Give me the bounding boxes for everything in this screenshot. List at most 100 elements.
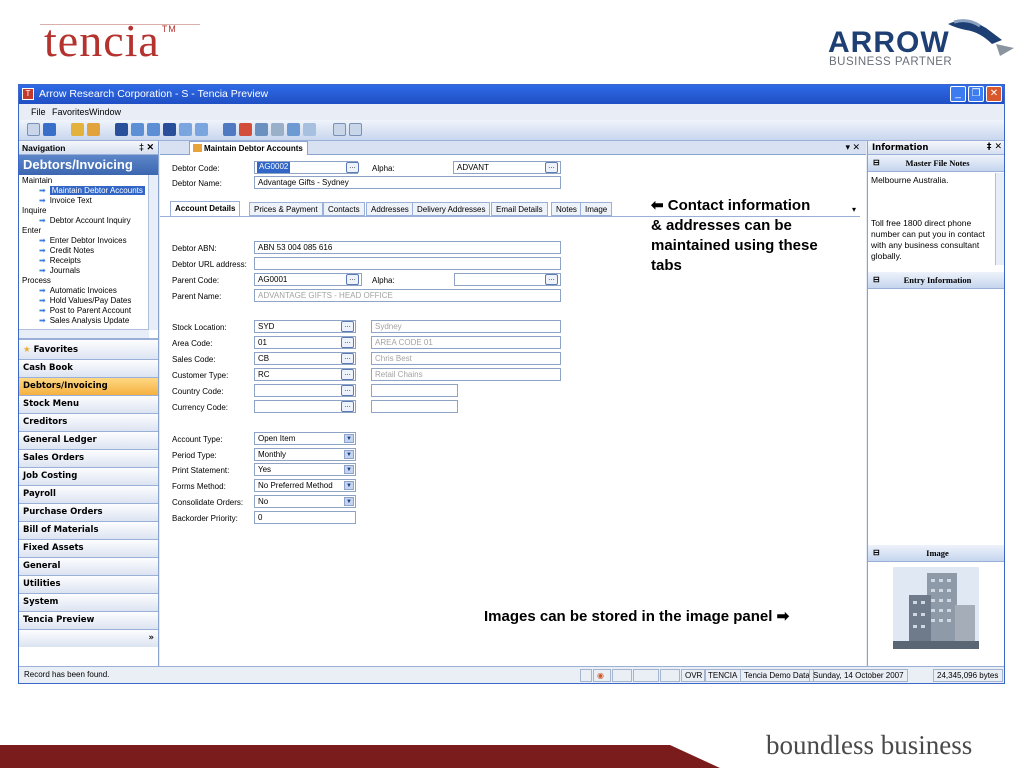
account-type-select[interactable]: Open Item ▼ bbox=[254, 432, 356, 445]
tree-item-maintain-debtor-accounts[interactable]: ➡ Maintain Debtor Accounts bbox=[39, 186, 145, 195]
module-utilities[interactable]: Utilities bbox=[19, 575, 158, 593]
country-code-lookup-button[interactable]: … bbox=[341, 385, 354, 396]
tab-addresses[interactable]: Addresses bbox=[366, 202, 414, 216]
chevron-down-icon[interactable]: ▼ bbox=[344, 434, 354, 443]
pin-close-icon[interactable]: ‡ ✕ bbox=[139, 142, 154, 153]
toolbar-prev-icon[interactable] bbox=[131, 123, 144, 136]
customer-type-lookup-button[interactable]: … bbox=[341, 369, 354, 380]
chevron-down-icon[interactable]: ▼ bbox=[344, 481, 354, 490]
module-stock-menu[interactable]: Stock Menu bbox=[19, 395, 158, 413]
module-general-ledger[interactable]: General Ledger bbox=[19, 431, 158, 449]
tree-group-process[interactable]: Process bbox=[22, 276, 51, 285]
toolbar-find-icon[interactable] bbox=[179, 123, 192, 136]
tab-account-details[interactable]: Account Details bbox=[170, 201, 241, 217]
tree-item-receipts[interactable]: ➡ Receipts bbox=[39, 256, 81, 265]
module-purchase-orders[interactable]: Purchase Orders bbox=[19, 503, 158, 521]
debtor-name-field[interactable]: Advantage Gifts - Sydney bbox=[254, 176, 561, 189]
tabs-dropdown-icon[interactable]: ▾ bbox=[852, 205, 856, 214]
debtor-code-field[interactable]: AG0002 bbox=[254, 161, 358, 174]
toolbar-window-icon[interactable] bbox=[333, 123, 346, 136]
sales-code-lookup-button[interactable]: … bbox=[341, 353, 354, 364]
backorder-priority-field[interactable]: 0 bbox=[254, 511, 356, 524]
tree-group-maintain[interactable]: Maintain bbox=[22, 176, 52, 185]
menu-file[interactable]: File bbox=[31, 107, 46, 117]
tree-item-journals[interactable]: ➡ Journals bbox=[39, 266, 80, 275]
tree-item-automatic-invoices[interactable]: ➡ Automatic Invoices bbox=[39, 286, 117, 295]
collapse-icon[interactable]: ⊟ bbox=[873, 275, 880, 284]
minimize-icon[interactable]: _ bbox=[950, 86, 966, 102]
toolbar-delete-icon[interactable] bbox=[239, 123, 252, 136]
collapse-icon[interactable]: ⊟ bbox=[873, 158, 880, 167]
tree-horizontal-scrollbar[interactable] bbox=[19, 329, 149, 338]
toolbar-tile-icon[interactable] bbox=[349, 123, 362, 136]
toolbar-grid-icon[interactable] bbox=[255, 123, 268, 136]
module-general[interactable]: General bbox=[19, 557, 158, 575]
abn-field[interactable]: ABN 53 004 085 616 bbox=[254, 241, 561, 254]
toolbar-info-icon[interactable] bbox=[43, 123, 56, 136]
parent-code-lookup-button[interactable]: … bbox=[346, 274, 359, 285]
document-close-icon[interactable]: ▾ ✕ bbox=[845, 142, 860, 153]
chevron-down-icon[interactable]: ▼ bbox=[344, 450, 354, 459]
module-creditors[interactable]: Creditors bbox=[19, 413, 158, 431]
toolbar-nav-icon[interactable] bbox=[27, 123, 40, 136]
module-sales-orders[interactable]: Sales Orders bbox=[19, 449, 158, 467]
tree-item-debtor-account-inquiry[interactable]: ➡ Debtor Account Inquiry bbox=[39, 216, 131, 225]
menu-favorites[interactable]: Favorites bbox=[52, 107, 89, 117]
toolbar-next-icon[interactable] bbox=[147, 123, 160, 136]
stock-location-lookup-button[interactable]: … bbox=[341, 321, 354, 332]
entry-information-header[interactable]: ⊟ Entry Information bbox=[868, 272, 1004, 289]
chevron-down-icon[interactable]: ▼ bbox=[344, 465, 354, 474]
toolbar-favorite-icon[interactable] bbox=[87, 123, 100, 136]
tab-contacts[interactable]: Contacts bbox=[323, 202, 365, 216]
favorites-button[interactable]: ★ Favorites bbox=[19, 339, 158, 359]
module-fixed-assets[interactable]: Fixed Assets bbox=[19, 539, 158, 557]
tree-vertical-scrollbar[interactable] bbox=[148, 175, 158, 330]
print-statement-select[interactable]: Yes ▼ bbox=[254, 463, 356, 476]
tree-group-enter[interactable]: Enter bbox=[22, 226, 41, 235]
tree-item-hold-values[interactable]: ➡ Hold Values/Pay Dates bbox=[39, 296, 131, 305]
tab-prices-payment[interactable]: Prices & Payment bbox=[249, 202, 323, 216]
tree-item-sales-analysis-update[interactable]: ➡ Sales Analysis Update bbox=[39, 316, 129, 325]
module-debtors-invoicing[interactable]: Debtors/Invoicing bbox=[19, 377, 158, 395]
tree-item-enter-debtor-invoices[interactable]: ➡ Enter Debtor Invoices bbox=[39, 236, 127, 245]
toolbar-help-icon[interactable] bbox=[303, 123, 316, 136]
close-icon[interactable]: ✕ bbox=[986, 86, 1002, 102]
tree-item-credit-notes[interactable]: ➡ Credit Notes bbox=[39, 246, 94, 255]
forms-method-select[interactable]: No Preferred Method ▼ bbox=[254, 479, 356, 492]
debtor-code-lookup-button[interactable]: … bbox=[346, 162, 359, 173]
module-payroll[interactable]: Payroll bbox=[19, 485, 158, 503]
toolbar-save-icon[interactable] bbox=[223, 123, 236, 136]
collapse-icon[interactable]: ⊟ bbox=[873, 548, 880, 557]
master-file-notes-header[interactable]: ⊟ Master File Notes bbox=[868, 155, 1004, 172]
period-type-select[interactable]: Monthly ▼ bbox=[254, 448, 356, 461]
tab-notes[interactable]: Notes bbox=[551, 202, 582, 216]
module-cash-book[interactable]: Cash Book bbox=[19, 359, 158, 377]
notes-scrollbar[interactable] bbox=[995, 173, 1004, 265]
toolbar-refresh-icon[interactable] bbox=[195, 123, 208, 136]
module-system[interactable]: System bbox=[19, 593, 158, 611]
area-code-lookup-button[interactable]: … bbox=[341, 337, 354, 348]
url-field[interactable] bbox=[254, 257, 561, 270]
chevron-down-icon[interactable]: ▼ bbox=[344, 497, 354, 506]
tab-image[interactable]: Image bbox=[580, 202, 613, 216]
tree-item-post-to-parent[interactable]: ➡ Post to Parent Account bbox=[39, 306, 131, 315]
tab-delivery-addresses[interactable]: Delivery Addresses bbox=[412, 202, 491, 216]
consolidate-orders-select[interactable]: No ▼ bbox=[254, 495, 356, 508]
tree-group-inquire[interactable]: Inquire bbox=[22, 206, 46, 215]
tree-item-invoice-text[interactable]: ➡ Invoice Text bbox=[39, 196, 92, 205]
pin-close-icon[interactable]: ‡ ✕ bbox=[987, 142, 1002, 152]
menu-window[interactable]: Window bbox=[89, 107, 121, 117]
more-modules-icon[interactable]: » bbox=[19, 629, 158, 647]
toolbar-last-icon[interactable] bbox=[163, 123, 176, 136]
module-tencia-preview[interactable]: Tencia Preview bbox=[19, 611, 158, 629]
module-bill-of-materials[interactable]: Bill of Materials bbox=[19, 521, 158, 539]
toolbar-first-icon[interactable] bbox=[115, 123, 128, 136]
tab-email-details[interactable]: Email Details bbox=[491, 202, 548, 216]
module-job-costing[interactable]: Job Costing bbox=[19, 467, 158, 485]
image-panel-header[interactable]: ⊟ Image bbox=[868, 545, 1004, 562]
currency-code-lookup-button[interactable]: … bbox=[341, 401, 354, 412]
restore-icon[interactable]: ❐ bbox=[968, 86, 984, 102]
toolbar-tools-icon[interactable] bbox=[271, 123, 284, 136]
toolbar-folder-icon[interactable] bbox=[71, 123, 84, 136]
alpha-lookup-button[interactable]: … bbox=[545, 162, 558, 173]
